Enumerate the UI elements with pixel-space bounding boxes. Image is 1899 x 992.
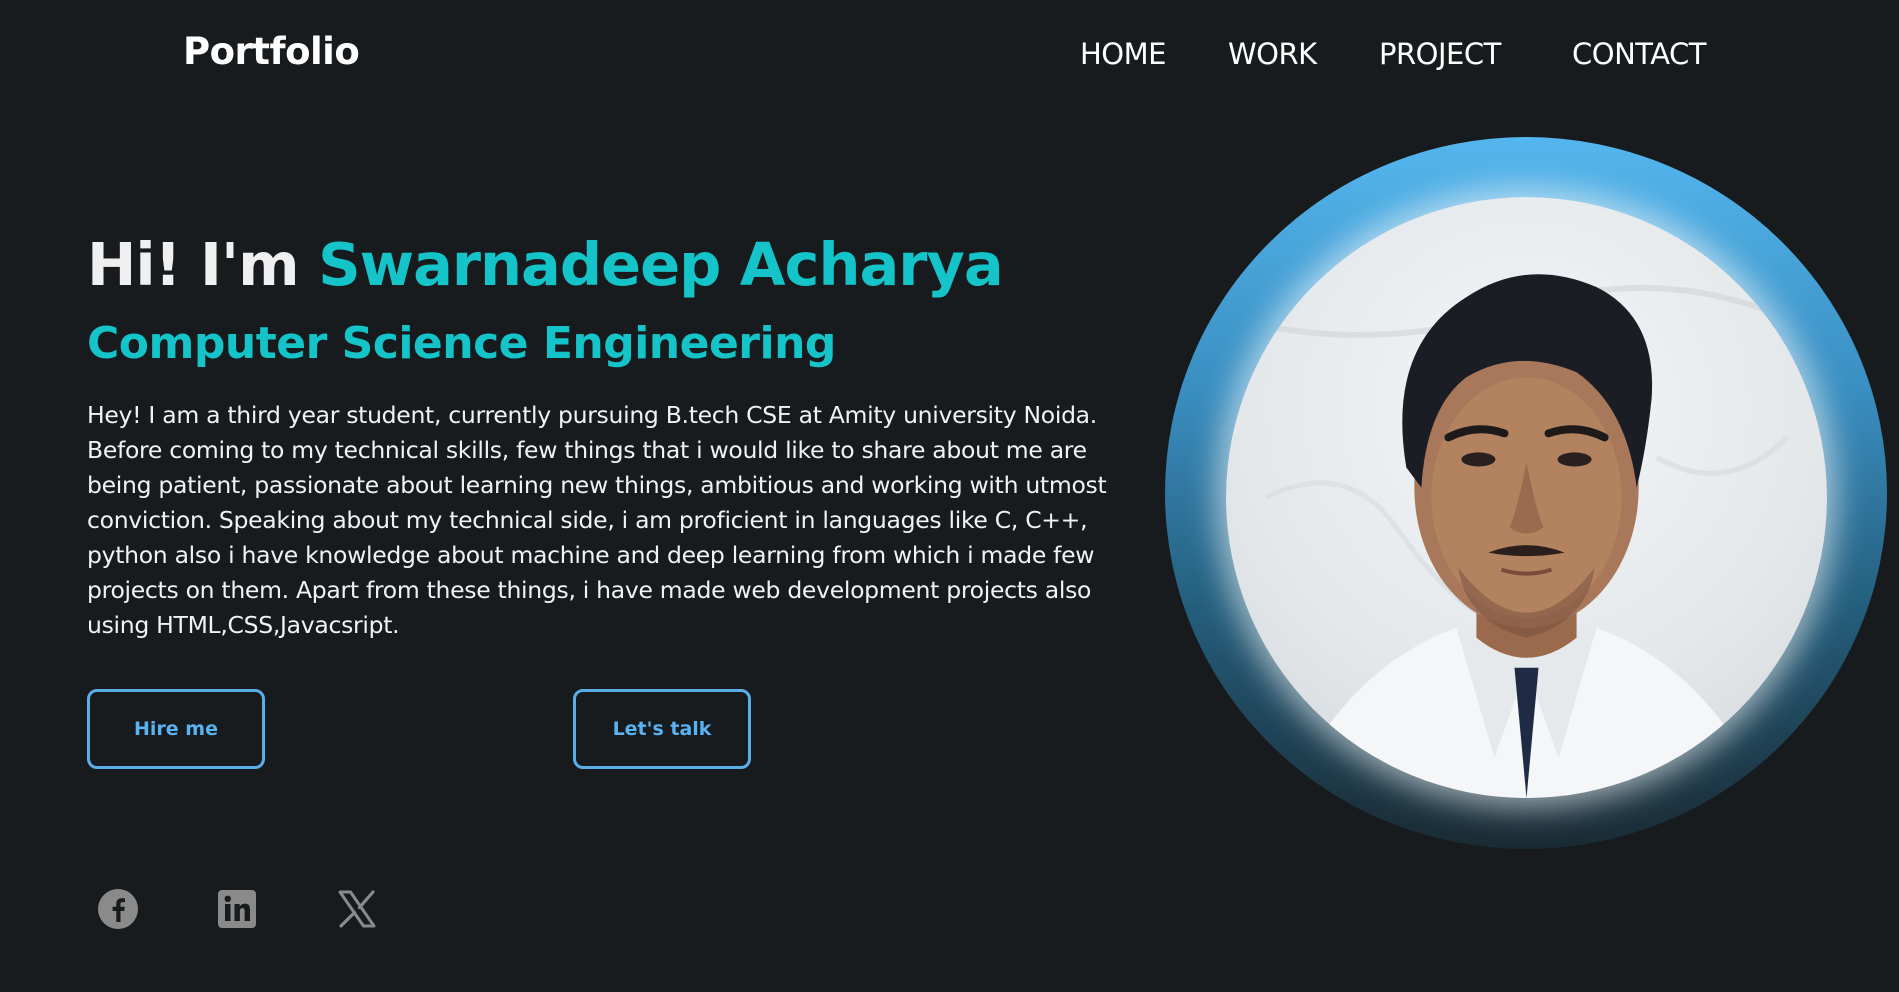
lets-talk-button[interactable]: Let's talk xyxy=(573,689,751,769)
nav-project[interactable]: PROJECT xyxy=(1379,37,1501,71)
portfolio-page: Portfolio HOME WORK PROJECT CONTACT Hi! … xyxy=(0,0,1899,992)
hero-bio: Hey! I am a third year student, currentl… xyxy=(87,401,1107,639)
hero-subtitle: Computer Science Engineering xyxy=(87,318,836,369)
profile-portrait xyxy=(1226,274,1827,798)
nav-work[interactable]: WORK xyxy=(1228,37,1317,71)
facebook-icon[interactable] xyxy=(97,888,139,930)
main-nav: HOME WORK PROJECT CONTACT xyxy=(0,37,1899,77)
x-twitter-icon[interactable] xyxy=(336,888,378,930)
hire-me-button[interactable]: Hire me xyxy=(87,689,265,769)
hero-greeting: Hi! I'm xyxy=(87,230,319,299)
linkedin-icon[interactable] xyxy=(216,888,258,930)
nav-contact[interactable]: CONTACT xyxy=(1572,37,1707,71)
profile-photo xyxy=(1226,197,1827,798)
hero-name: Swarnadeep Acharya xyxy=(318,230,1004,299)
hero-title: Hi! I'm Swarnadeep Acharya xyxy=(87,230,1004,299)
nav-home[interactable]: HOME xyxy=(1080,37,1166,71)
